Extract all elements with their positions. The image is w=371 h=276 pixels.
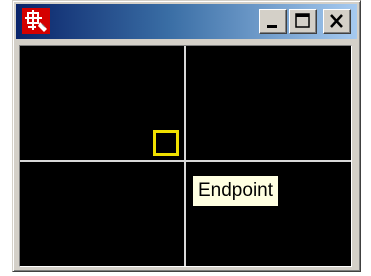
minimize-button[interactable] bbox=[259, 9, 287, 34]
close-button[interactable] bbox=[323, 9, 351, 34]
title-bar[interactable] bbox=[16, 4, 357, 39]
minimize-icon bbox=[267, 25, 277, 28]
app-window: Endpoint bbox=[12, 0, 361, 272]
close-icon bbox=[330, 14, 343, 28]
snap-tooltip: Endpoint bbox=[192, 175, 280, 207]
endpoint-snap-marker-icon bbox=[153, 130, 179, 156]
drawing-canvas[interactable]: Endpoint bbox=[19, 45, 352, 267]
app-icon[interactable] bbox=[22, 8, 50, 34]
maximize-button[interactable] bbox=[289, 9, 317, 34]
maximize-icon bbox=[295, 13, 310, 28]
crosshair-vertical bbox=[184, 46, 186, 266]
